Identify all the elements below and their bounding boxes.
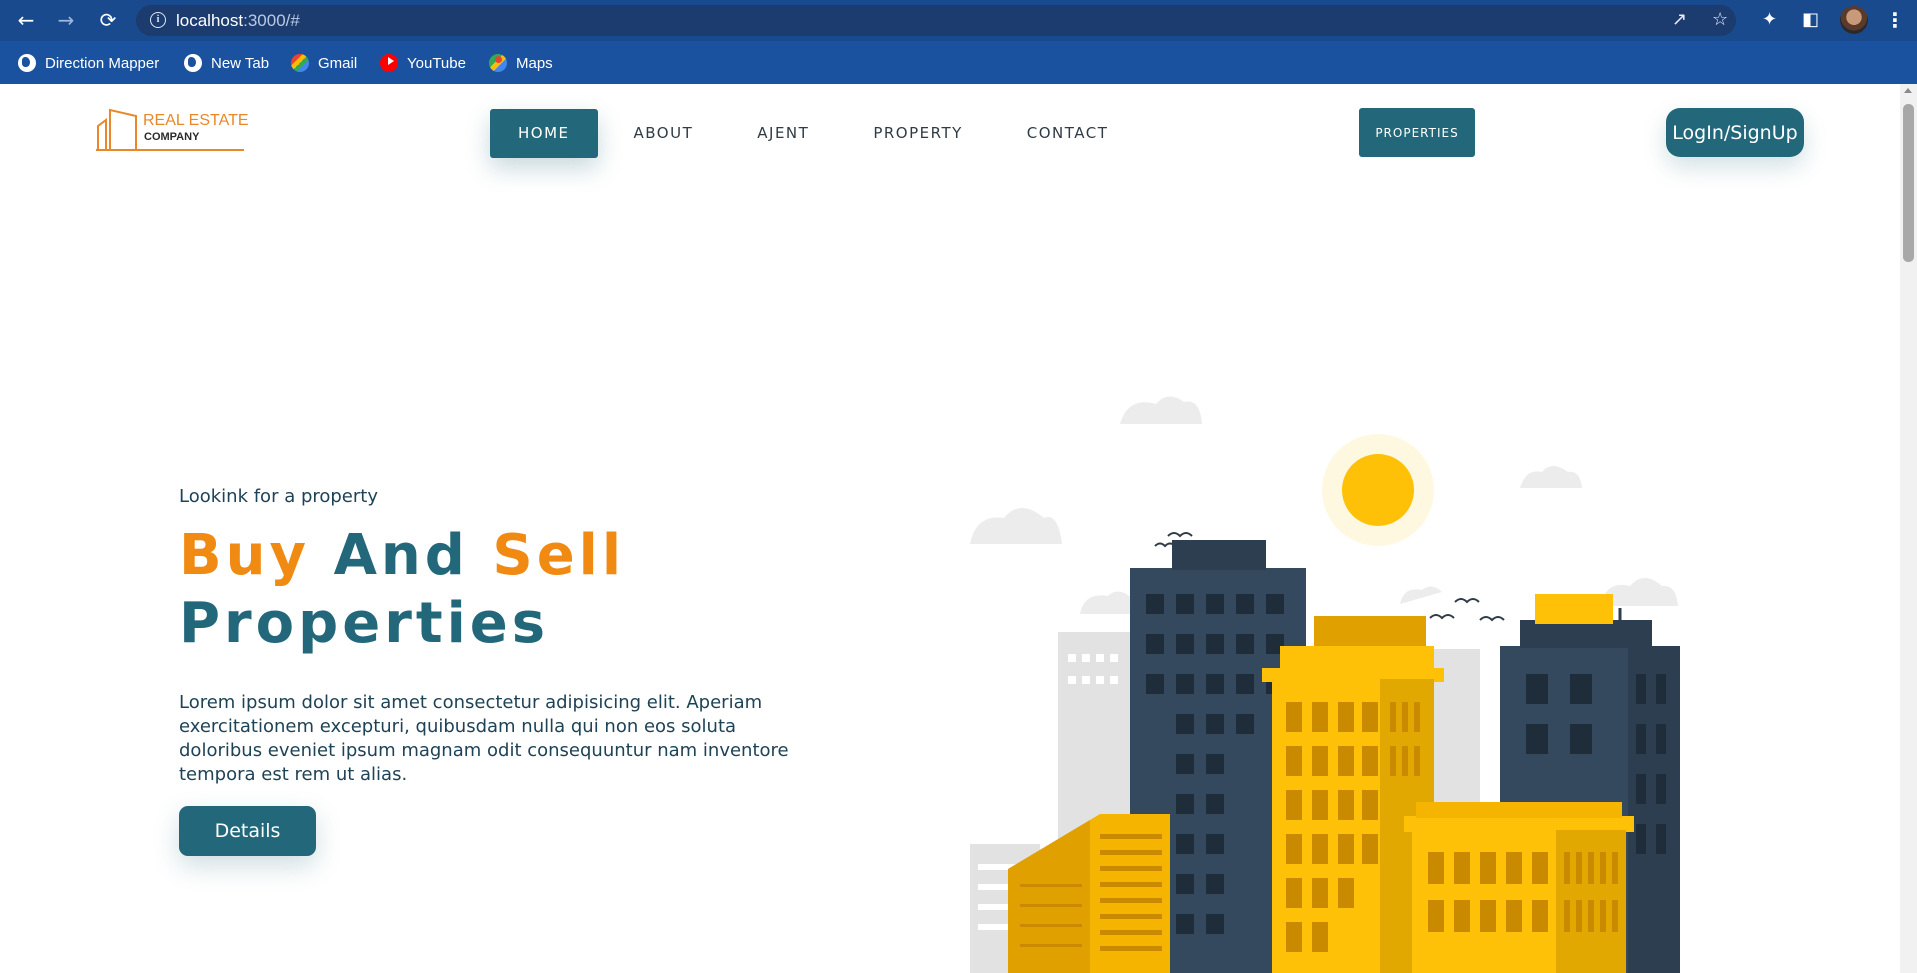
- dark-tower-left-top: [1172, 540, 1266, 570]
- nav-home[interactable]: HOME: [490, 108, 598, 158]
- browser-chrome: ← → ⟳ localhost:3000/# i ↗ ☆ ✦ ◧ ⋮ Direc…: [0, 0, 1917, 84]
- browser-menu-icon[interactable]: ⋮: [1885, 8, 1905, 32]
- hero-title-sell: Sell: [492, 523, 626, 588]
- maps-icon: [489, 54, 507, 72]
- hero-title-and: And: [333, 523, 469, 588]
- scroll-up-icon[interactable]: [1904, 88, 1912, 93]
- building-logo-icon: [97, 108, 137, 149]
- bookmark-label: Gmail: [318, 54, 358, 72]
- bookmark-label: New Tab: [211, 54, 270, 72]
- nav-property[interactable]: PROPERTY: [845, 109, 990, 158]
- forward-icon[interactable]: →: [54, 8, 78, 32]
- nav-ajent[interactable]: AJENT: [729, 109, 837, 158]
- globe-icon: [184, 54, 202, 72]
- bookmark-label: YouTube: [407, 54, 466, 72]
- sun-icon: [1342, 454, 1414, 526]
- site-header: REAL ESTATE COMPANY HOME ABOUT AJENT PRO…: [0, 84, 1900, 180]
- reload-icon[interactable]: ⟳: [96, 8, 120, 32]
- nav-about[interactable]: ABOUT: [606, 109, 722, 158]
- dark-tower-right-top: [1520, 620, 1652, 648]
- extensions-puzzle-icon[interactable]: ✦: [1762, 9, 1777, 31]
- rooftop-billboard: [1535, 594, 1613, 624]
- login-signup-button[interactable]: LogIn/SignUp: [1666, 108, 1804, 157]
- bookmark-star-icon[interactable]: ☆: [1712, 9, 1728, 31]
- profile-avatar[interactable]: [1840, 6, 1868, 34]
- hero-description: Lorem ipsum dolor sit amet consectetur a…: [179, 692, 789, 785]
- browser-toolbar: ← → ⟳ localhost:3000/# i ↗ ☆ ✦ ◧ ⋮: [0, 0, 1917, 41]
- youtube-icon: [380, 54, 398, 72]
- details-button[interactable]: Details: [179, 806, 316, 856]
- share-icon[interactable]: ↗: [1672, 9, 1687, 31]
- bookmark-gmail[interactable]: Gmail: [291, 52, 357, 74]
- bookmark-youtube[interactable]: YouTube: [380, 52, 466, 74]
- hero-title: Buy And Sell Properties: [179, 522, 625, 658]
- url-host: localhost: [176, 11, 244, 30]
- bookmark-label: Direction Mapper: [45, 54, 160, 72]
- scroll-thumb[interactable]: [1903, 104, 1914, 262]
- side-panel-icon[interactable]: ◧: [1802, 9, 1819, 31]
- properties-button[interactable]: PROPERTIES: [1359, 108, 1475, 157]
- main-nav: HOME ABOUT AJENT PROPERTY CONTACT: [490, 108, 1144, 158]
- bookmark-direction-mapper[interactable]: Direction Mapper: [18, 52, 159, 74]
- logo-subtitle: COMPANY: [144, 131, 200, 143]
- page-scrollbar[interactable]: [1900, 84, 1917, 973]
- address-bar[interactable]: localhost:3000/#: [136, 5, 1736, 36]
- logo-underline: [96, 149, 244, 151]
- yellow-building-left-side: [1008, 820, 1090, 973]
- site-logo[interactable]: REAL ESTATE COMPANY: [96, 106, 249, 156]
- back-icon[interactable]: ←: [14, 8, 38, 32]
- gmail-icon: [291, 54, 309, 72]
- url-path: :3000/#: [243, 11, 300, 30]
- web-page: REAL ESTATE COMPANY HOME ABOUT AJENT PRO…: [0, 84, 1900, 973]
- site-info-icon[interactable]: i: [150, 12, 166, 28]
- bookmark-label: Maps: [516, 54, 553, 72]
- logo-title: REAL ESTATE: [143, 112, 249, 129]
- nav-contact[interactable]: CONTACT: [999, 109, 1137, 158]
- city-illustration: [970, 396, 1680, 973]
- bookmark-new-tab[interactable]: New Tab: [184, 52, 269, 74]
- bookmark-maps[interactable]: Maps: [489, 52, 553, 74]
- cloud-shapes: [970, 396, 1678, 614]
- hero-subtitle: Lookink for a property: [179, 486, 378, 507]
- globe-icon: [18, 54, 36, 72]
- hero-title-buy: Buy: [179, 523, 311, 588]
- bookmarks-bar: Direction Mapper New Tab Gmail YouTube M…: [0, 41, 1917, 84]
- hero-title-properties: Properties: [179, 591, 550, 656]
